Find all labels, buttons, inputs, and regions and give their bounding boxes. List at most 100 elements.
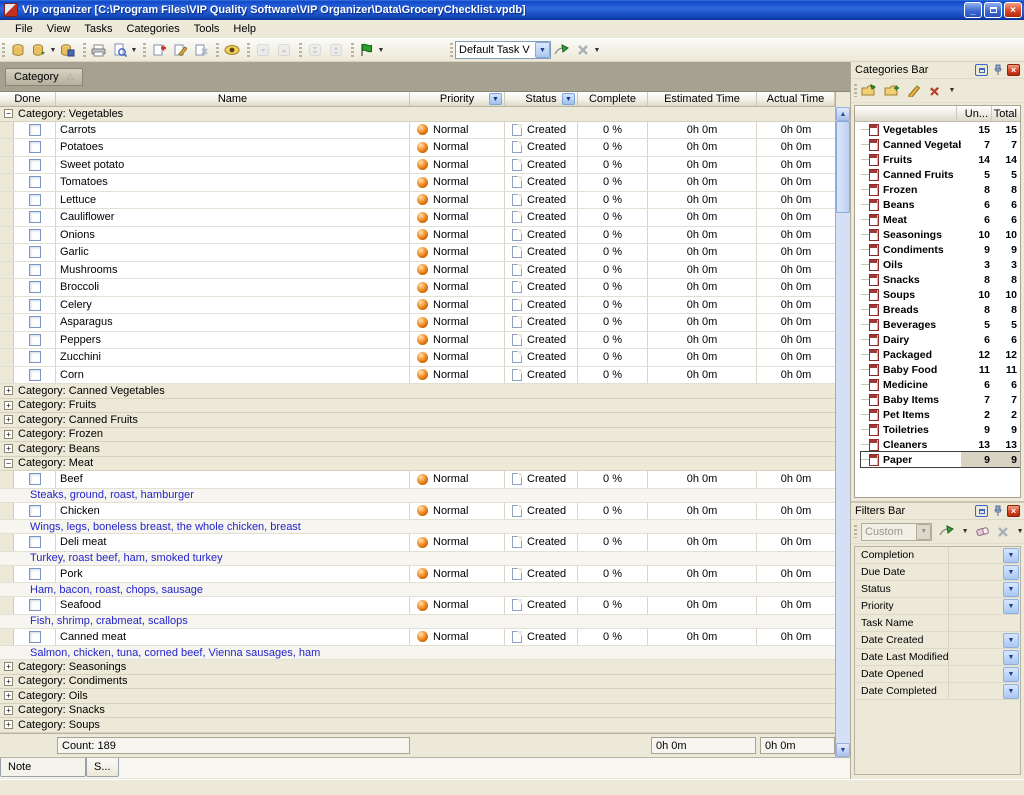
view-tasks-icon[interactable] [221, 40, 242, 60]
done-checkbox[interactable] [29, 369, 41, 381]
scroll-down-icon[interactable]: ▼ [836, 743, 850, 757]
category-item-seasonings[interactable]: Seasonings1010 [861, 227, 1020, 242]
done-checkbox[interactable] [29, 194, 41, 206]
categories-undone-column[interactable]: Un... [957, 106, 992, 121]
task-row[interactable]: CarrotsNormalCreated0 %0h 0m0h 0m [0, 122, 835, 140]
done-checkbox[interactable] [29, 159, 41, 171]
category-item-beverages[interactable]: Beverages55 [861, 317, 1020, 332]
scrollbar-thumb[interactable] [836, 121, 850, 213]
group-row-category-canned-fruits[interactable]: +Category: Canned Fruits [0, 413, 835, 428]
done-checkbox[interactable] [29, 141, 41, 153]
edit-task-icon[interactable] [169, 40, 190, 60]
menu-view[interactable]: View [40, 21, 78, 37]
categories-bar-maximize-button[interactable] [975, 64, 988, 76]
category-item-cleaners[interactable]: Cleaners1313 [861, 437, 1020, 452]
done-checkbox[interactable] [29, 351, 41, 363]
expand-plus-icon[interactable]: + [4, 444, 13, 453]
categories-total-column[interactable]: Total [992, 106, 1020, 121]
group-row-category-meat[interactable]: −Category: Meat [0, 457, 835, 472]
categories-toolbar-caret-icon[interactable]: ▼ [948, 87, 956, 94]
task-row[interactable]: OnionsNormalCreated0 %0h 0m0h 0m [0, 227, 835, 245]
expand-plus-icon[interactable]: + [4, 415, 13, 424]
menu-help[interactable]: Help [226, 21, 263, 37]
category-item-meat[interactable]: Meat66 [861, 212, 1020, 227]
task-row[interactable]: BeefNormalCreated0 %0h 0m0h 0m [0, 471, 835, 489]
category-item-dairy[interactable]: Dairy66 [861, 332, 1020, 347]
print-icon[interactable] [88, 40, 109, 60]
done-checkbox[interactable] [29, 281, 41, 293]
expand-plus-icon[interactable]: + [4, 386, 13, 395]
done-checkbox[interactable] [29, 568, 41, 580]
done-checkbox[interactable] [29, 631, 41, 643]
category-item-baby-food[interactable]: Baby Food1111 [861, 362, 1020, 377]
group-by-category-button[interactable]: Category △ [5, 68, 83, 86]
print-caret-icon[interactable]: ▼ [130, 47, 138, 54]
expand-plus-icon[interactable]: + [4, 401, 13, 410]
done-checkbox[interactable] [29, 246, 41, 258]
apply-filter-caret-icon[interactable]: ▼ [961, 528, 969, 535]
task-row[interactable]: Canned meatNormalCreated0 %0h 0m0h 0m [0, 629, 835, 647]
done-checkbox[interactable] [29, 229, 41, 241]
task-row[interactable]: LettuceNormalCreated0 %0h 0m0h 0m [0, 192, 835, 210]
task-row[interactable]: Deli meatNormalCreated0 %0h 0m0h 0m [0, 534, 835, 552]
filters-bar-pin-button[interactable] [991, 505, 1004, 517]
done-checkbox[interactable] [29, 536, 41, 548]
done-checkbox[interactable] [29, 299, 41, 311]
category-item-canned-fruits[interactable]: Canned Fruits55 [861, 167, 1020, 182]
group-row-category-condiments[interactable]: +Category: Condiments [0, 675, 835, 690]
filter-dropdown-icon[interactable]: ▼ [1003, 684, 1019, 699]
delete-category-icon[interactable] [928, 85, 941, 97]
new-task-icon[interactable] [148, 40, 169, 60]
category-item-medicine[interactable]: Medicine66 [861, 377, 1020, 392]
expand-plus-icon[interactable]: + [4, 706, 13, 715]
category-item-fruits[interactable]: Fruits1414 [861, 152, 1020, 167]
done-checkbox[interactable] [29, 505, 41, 517]
task-row[interactable]: PorkNormalCreated0 %0h 0m0h 0m [0, 566, 835, 584]
group-row-category-oils[interactable]: +Category: Oils [0, 689, 835, 704]
category-item-baby-items[interactable]: Baby Items77 [861, 392, 1020, 407]
categories-bar-pin-button[interactable] [991, 64, 1004, 76]
category-item-pet-items[interactable]: Pet Items22 [861, 407, 1020, 422]
filters-bar-close-button[interactable]: × [1007, 505, 1020, 517]
reminder-caret-icon[interactable]: ▼ [377, 47, 385, 54]
done-checkbox[interactable] [29, 176, 41, 188]
task-row[interactable]: TomatoesNormalCreated0 %0h 0m0h 0m [0, 174, 835, 192]
clear-filter-icon[interactable] [976, 526, 990, 537]
new-subcategory-icon[interactable] [884, 84, 900, 97]
column-header-done[interactable]: Done [0, 92, 56, 106]
filter-dropdown-icon[interactable]: ▼ [1003, 599, 1019, 614]
expand-plus-icon[interactable]: + [4, 677, 13, 686]
filter-dropdown-icon[interactable]: ▼ [1003, 650, 1019, 665]
column-header-complete[interactable]: Complete [578, 92, 648, 106]
categories-name-column[interactable] [855, 106, 957, 121]
edit-category-icon[interactable] [907, 84, 921, 97]
open-database-icon[interactable] [7, 40, 28, 60]
close-button[interactable]: × [1004, 2, 1022, 18]
expand-plus-icon[interactable]: + [4, 720, 13, 729]
reminder-flag-icon[interactable] [356, 40, 377, 60]
done-checkbox[interactable] [29, 599, 41, 611]
filter-dropdown-icon[interactable]: ▼ [1003, 667, 1019, 682]
group-row-category-snacks[interactable]: +Category: Snacks [0, 704, 835, 719]
new-category-icon[interactable] [861, 84, 877, 97]
group-row-category-fruits[interactable]: +Category: Fruits [0, 399, 835, 414]
category-item-toiletries[interactable]: Toiletries99 [861, 422, 1020, 437]
done-checkbox[interactable] [29, 264, 41, 276]
filter-dropdown-icon[interactable]: ▼ [1003, 548, 1019, 563]
task-row[interactable]: BroccoliNormalCreated0 %0h 0m0h 0m [0, 279, 835, 297]
task-row[interactable]: Sweet potatoNormalCreated0 %0h 0m0h 0m [0, 157, 835, 175]
task-row[interactable]: PotatoesNormalCreated0 %0h 0m0h 0m [0, 139, 835, 157]
category-item-frozen[interactable]: Frozen88 [861, 182, 1020, 197]
task-view-dropdown-icon[interactable]: ▼ [535, 42, 550, 58]
print-preview-icon[interactable] [109, 40, 130, 60]
task-row[interactable]: ZucchiniNormalCreated0 %0h 0m0h 0m [0, 349, 835, 367]
task-row[interactable]: CeleryNormalCreated0 %0h 0m0h 0m [0, 297, 835, 315]
delete-filter-icon[interactable] [997, 526, 1009, 538]
categories-bar-close-button[interactable]: × [1007, 64, 1020, 76]
menu-tools[interactable]: Tools [187, 21, 227, 37]
filter-dropdown-icon[interactable]: ▼ [1003, 582, 1019, 597]
column-filter-dropdown-icon[interactable]: ▼ [489, 93, 502, 105]
vertical-scrollbar[interactable]: ▲ ▼ [836, 107, 850, 757]
task-row[interactable]: MushroomsNormalCreated0 %0h 0m0h 0m [0, 262, 835, 280]
save-database-icon[interactable] [57, 40, 78, 60]
